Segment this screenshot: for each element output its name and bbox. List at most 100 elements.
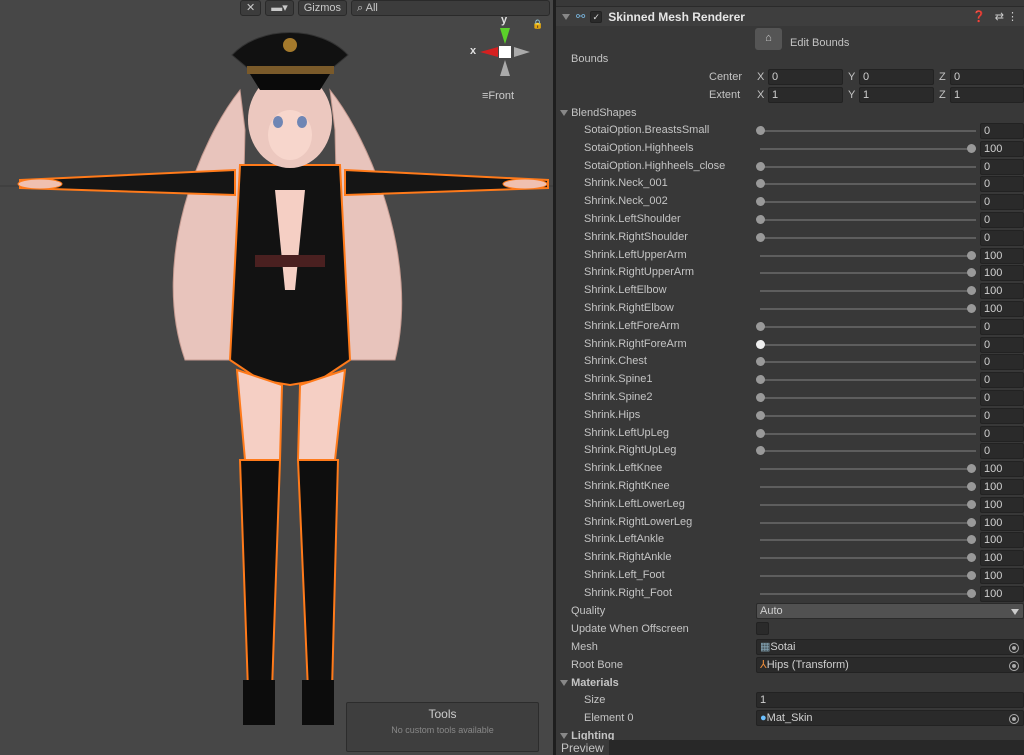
blendshape-value-field[interactable]: 0 bbox=[980, 212, 1024, 228]
slider-handle[interactable] bbox=[756, 321, 765, 331]
blendshape-value-field[interactable]: 0 bbox=[980, 123, 1024, 139]
blendshape-slider[interactable] bbox=[760, 575, 976, 577]
blendshape-value-field[interactable]: 0 bbox=[980, 158, 1024, 175]
slider-handle[interactable] bbox=[967, 517, 976, 527]
slider-handle[interactable] bbox=[756, 339, 765, 349]
blendshape-slider[interactable] bbox=[760, 254, 976, 257]
slider-handle[interactable] bbox=[756, 126, 765, 135]
blendshape-value-field[interactable]: 0 bbox=[980, 176, 1024, 193]
blendshape-value-field[interactable]: 100 bbox=[980, 140, 1024, 157]
camera-button[interactable]: ▬▾ bbox=[265, 0, 294, 16]
slider-handle[interactable] bbox=[756, 161, 765, 171]
slider-handle[interactable] bbox=[756, 428, 765, 438]
blendshape-slider[interactable] bbox=[760, 183, 976, 186]
slider-handle[interactable] bbox=[967, 499, 976, 509]
blendshape-value-field[interactable]: 100 bbox=[980, 479, 1024, 495]
blendshape-slider[interactable] bbox=[760, 272, 976, 275]
slider-handle[interactable] bbox=[967, 571, 976, 580]
avatar-model[interactable] bbox=[0, 0, 553, 755]
blendshape-value-field[interactable]: 100 bbox=[980, 461, 1024, 478]
blendshape-slider[interactable] bbox=[760, 414, 976, 417]
mesh-field[interactable]: ▦Sotai bbox=[756, 639, 1024, 655]
more-options-icon[interactable]: ⋮ bbox=[1007, 10, 1018, 23]
blendshape-slider[interactable] bbox=[760, 468, 976, 471]
center-z-field[interactable]: 0 bbox=[950, 69, 1024, 85]
blendshape-slider[interactable] bbox=[760, 325, 976, 328]
slider-handle[interactable] bbox=[967, 535, 976, 545]
update-offscreen-checkbox[interactable] bbox=[756, 622, 769, 635]
blendshape-value-field[interactable]: 100 bbox=[980, 247, 1024, 264]
scene-search-input[interactable]: ⌕ All bbox=[351, 0, 550, 16]
blendshape-value-field[interactable]: 0 bbox=[980, 372, 1024, 389]
scene-view[interactable]: ✕ ▬▾ Gizmos ⌕ All y x 🔒 ≡Front Tools No … bbox=[0, 0, 553, 755]
slider-handle[interactable] bbox=[756, 215, 765, 224]
material-element-0-field[interactable]: ●Mat_Skin bbox=[756, 710, 1024, 726]
slider-handle[interactable] bbox=[967, 286, 976, 296]
component-enabled-checkbox[interactable]: ✓ bbox=[590, 10, 603, 23]
slider-handle[interactable] bbox=[967, 250, 976, 260]
slider-handle[interactable] bbox=[756, 179, 765, 189]
extent-y-field[interactable]: 1 bbox=[859, 87, 934, 103]
blendshape-value-field[interactable]: 0 bbox=[980, 390, 1024, 406]
extent-x-field[interactable]: 1 bbox=[768, 87, 843, 103]
blendshape-value-field[interactable]: 0 bbox=[980, 194, 1024, 211]
blendshape-slider[interactable] bbox=[760, 147, 976, 150]
blendshape-value-field[interactable]: 0 bbox=[980, 336, 1024, 353]
edit-bounds-button[interactable]: ⌂ bbox=[755, 28, 782, 50]
slider-handle[interactable] bbox=[967, 553, 976, 563]
blendshape-value-field[interactable]: 100 bbox=[980, 550, 1024, 567]
object-picker-icon[interactable] bbox=[1009, 661, 1019, 671]
lock-icon[interactable]: 🔒 bbox=[532, 19, 543, 30]
extent-z-field[interactable]: 1 bbox=[950, 87, 1024, 103]
gizmos-dropdown[interactable]: Gizmos bbox=[297, 0, 348, 16]
slider-handle[interactable] bbox=[967, 143, 976, 153]
blendshape-value-field[interactable]: 100 bbox=[980, 265, 1024, 282]
blendshape-slider[interactable] bbox=[760, 486, 976, 488]
blendshape-slider[interactable] bbox=[760, 521, 976, 524]
blendshape-slider[interactable] bbox=[760, 219, 976, 221]
tools-toggle-button[interactable]: ✕ bbox=[240, 0, 262, 16]
slider-handle[interactable] bbox=[967, 588, 976, 598]
blendshape-slider[interactable] bbox=[760, 236, 976, 239]
materials-foldout[interactable]: Materials bbox=[560, 677, 619, 689]
blendshape-slider[interactable] bbox=[760, 397, 976, 399]
slider-handle[interactable] bbox=[967, 268, 976, 278]
foldout-arrow-icon[interactable] bbox=[562, 13, 570, 20]
blendshape-value-field[interactable]: 100 bbox=[980, 283, 1024, 300]
blendshape-slider[interactable] bbox=[760, 503, 976, 506]
view-mode-label[interactable]: ≡Front bbox=[482, 90, 514, 102]
blendshape-slider[interactable] bbox=[760, 557, 976, 560]
slider-handle[interactable] bbox=[756, 232, 765, 242]
blendshape-slider[interactable] bbox=[760, 539, 976, 542]
blendshape-slider[interactable] bbox=[760, 130, 976, 132]
slider-handle[interactable] bbox=[967, 304, 976, 313]
blendshape-slider[interactable] bbox=[760, 201, 976, 204]
blendshape-slider[interactable] bbox=[760, 165, 976, 168]
slider-handle[interactable] bbox=[967, 482, 976, 491]
orientation-gizmo[interactable]: y x 🔒 ≡Front bbox=[462, 14, 552, 109]
blendshape-slider[interactable] bbox=[760, 450, 976, 453]
slider-handle[interactable] bbox=[756, 197, 765, 207]
presets-icon[interactable]: ⇄ bbox=[995, 10, 1004, 23]
root-bone-field[interactable]: ⅄Hips (Transform) bbox=[756, 657, 1024, 673]
blendshape-value-field[interactable]: 0 bbox=[980, 443, 1024, 460]
blendshape-slider[interactable] bbox=[760, 361, 976, 364]
blendshape-value-field[interactable]: 0 bbox=[980, 425, 1024, 442]
object-picker-icon[interactable] bbox=[1009, 714, 1019, 724]
blendshape-value-field[interactable]: 100 bbox=[980, 568, 1024, 584]
blendshape-value-field[interactable]: 0 bbox=[980, 354, 1024, 371]
preview-tab[interactable]: Preview bbox=[556, 740, 609, 755]
materials-size-field[interactable]: 1 bbox=[756, 692, 1024, 708]
blendshape-value-field[interactable]: 0 bbox=[980, 407, 1024, 424]
object-picker-icon[interactable] bbox=[1009, 643, 1019, 653]
component-header[interactable]: ⚯ ✓ Skinned Mesh Renderer ❓ ⇄ ⋮ bbox=[556, 6, 1024, 26]
slider-handle[interactable] bbox=[756, 393, 765, 402]
slider-handle[interactable] bbox=[756, 375, 765, 385]
blendshape-value-field[interactable]: 100 bbox=[980, 585, 1024, 602]
quality-dropdown[interactable]: Auto bbox=[756, 603, 1024, 619]
help-icon[interactable]: ❓ bbox=[972, 10, 986, 23]
blendshape-slider[interactable] bbox=[760, 308, 976, 310]
blendshapes-foldout[interactable]: BlendShapes bbox=[560, 107, 637, 119]
blendshape-value-field[interactable]: 100 bbox=[980, 514, 1024, 531]
slider-handle[interactable] bbox=[756, 410, 765, 420]
